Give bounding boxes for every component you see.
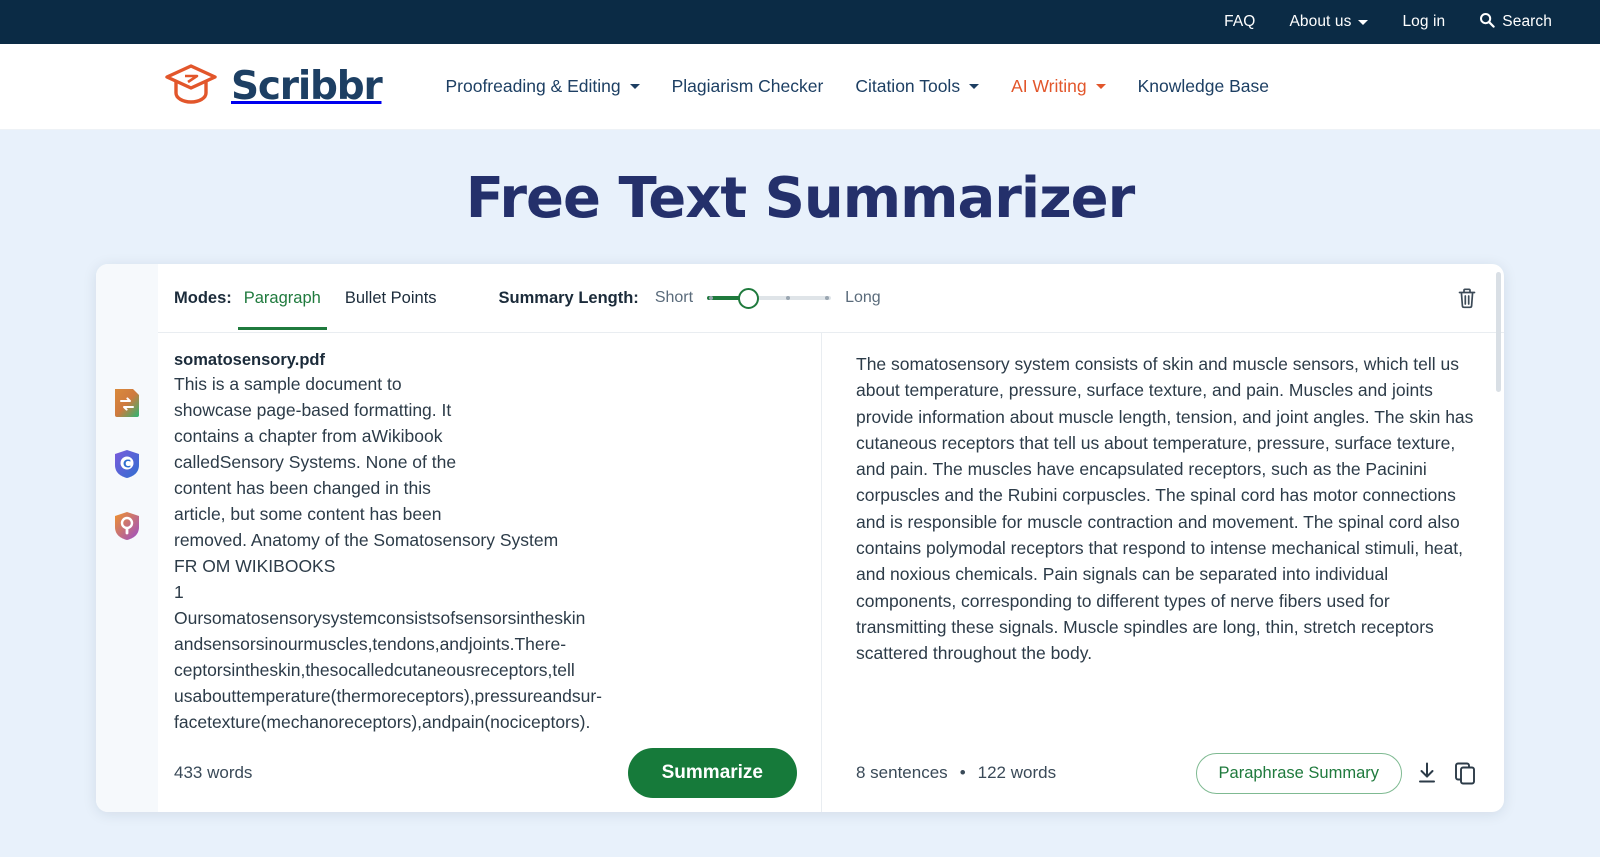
nav-item-plagiarism-checker[interactable]: Plagiarism Checker (656, 76, 840, 97)
modes-label: Modes: (174, 288, 232, 307)
editor-panes: somatosensory.pdf This is a sample docum… (158, 333, 1504, 812)
nav-item-citation-tools-label: Citation Tools (855, 76, 961, 96)
input-text: This is a sample document to showcase pa… (174, 374, 602, 732)
slider-thumb[interactable] (738, 287, 760, 309)
tab-paragraph[interactable]: Paragraph (232, 266, 333, 330)
summarizer-toolbar: Modes: Paragraph Bullet Points Summary L… (158, 264, 1504, 392)
output-pane-footer: 8 sentences • 122 words Paraphrase Summa… (822, 734, 1504, 812)
graduation-cap-icon (163, 62, 219, 111)
shield-search-extension-icon[interactable] (112, 510, 142, 542)
nav-item-ai-writing[interactable]: AI Writing (995, 76, 1122, 97)
input-pane: somatosensory.pdf This is a sample docum… (158, 333, 822, 812)
nav-item-knowledge-base-label: Knowledge Base (1137, 76, 1269, 96)
summary-length-slider[interactable] (707, 287, 832, 309)
nav-item-proofreading-editing[interactable]: Proofreading & Editing (429, 76, 655, 97)
topbar-link-log-in-label: Log in (1402, 13, 1446, 30)
slider-max-label: Long (845, 289, 881, 306)
main-navigation: Scribbr Proofreading & Editing Plagiaris… (0, 44, 1600, 130)
chevron-down-icon (969, 84, 980, 89)
copy-icon[interactable] (1452, 760, 1478, 786)
browser-extension-gutter: C (96, 264, 158, 812)
slider-min-label: Short (654, 289, 694, 306)
paraphrase-summary-button[interactable]: Paraphrase Summary (1195, 752, 1402, 794)
summary-text: The somatosensory system consists of ski… (856, 354, 1474, 664)
chevron-down-icon (1095, 84, 1106, 89)
download-icon[interactable] (1414, 760, 1440, 786)
nav-item-proofreading-editing-label: Proofreading & Editing (445, 76, 621, 96)
topbar-link-search[interactable]: Search (1479, 12, 1552, 33)
nav-item-citation-tools[interactable]: Citation Tools (839, 76, 995, 97)
hero-section: Free Text Summarizer (0, 130, 1600, 231)
input-text-area[interactable]: somatosensory.pdf This is a sample docum… (158, 333, 821, 734)
topbar-link-log-in[interactable]: Log in (1402, 13, 1445, 31)
shield-c-extension-icon[interactable]: C (112, 448, 142, 480)
topbar-link-about-us-label: About us (1289, 13, 1352, 30)
search-icon (1479, 12, 1495, 33)
nav-item-plagiarism-checker-label: Plagiarism Checker (671, 76, 824, 96)
count-separator: • (959, 763, 966, 782)
page-title: Free Text Summarizer (465, 166, 1136, 231)
top-utility-bar: FAQ About us Log in Search (0, 0, 1600, 44)
summarizer-card: C Modes: Paragraph Bullet Points Summary… (96, 264, 1504, 812)
summary-length-control: Short Long (654, 287, 881, 309)
summarize-button[interactable]: Summarize (627, 748, 797, 798)
topbar-link-search-label: Search (1502, 13, 1552, 30)
output-pane: The somatosensory system consists of ski… (822, 333, 1504, 812)
brand-wordmark: Scribbr (231, 64, 383, 109)
topbar-link-faq[interactable]: FAQ (1224, 13, 1255, 31)
card-scrollbar[interactable] (1496, 272, 1501, 392)
nav-links: Proofreading & Editing Plagiarism Checke… (429, 76, 1284, 97)
paraphraser-extension-icon[interactable] (112, 386, 142, 418)
nav-item-ai-writing-label: AI Writing (1011, 76, 1087, 96)
source-file-name: somatosensory.pdf (174, 351, 325, 369)
chevron-down-icon (629, 84, 640, 89)
input-word-count: 433 words (174, 763, 253, 782)
scribbr-logo[interactable]: Scribbr (163, 62, 383, 111)
summary-text-area[interactable]: The somatosensory system consists of ski… (822, 333, 1504, 734)
nav-item-knowledge-base[interactable]: Knowledge Base (1122, 76, 1285, 97)
card-main: Modes: Paragraph Bullet Points Summary L… (158, 264, 1504, 812)
input-pane-footer: 433 words Summarize (158, 734, 821, 812)
topbar-link-faq-label: FAQ (1224, 13, 1256, 30)
summary-length-label: Summary Length: (498, 288, 639, 307)
summary-sentence-count: 8 sentences (856, 763, 948, 782)
summary-word-count: 122 words (977, 763, 1057, 782)
chevron-down-icon (1358, 19, 1369, 25)
topbar-link-about-us[interactable]: About us (1289, 13, 1369, 31)
tab-bullet-points[interactable]: Bullet Points (333, 266, 449, 330)
trash-icon[interactable] (1454, 285, 1480, 311)
svg-text:C: C (123, 457, 131, 470)
